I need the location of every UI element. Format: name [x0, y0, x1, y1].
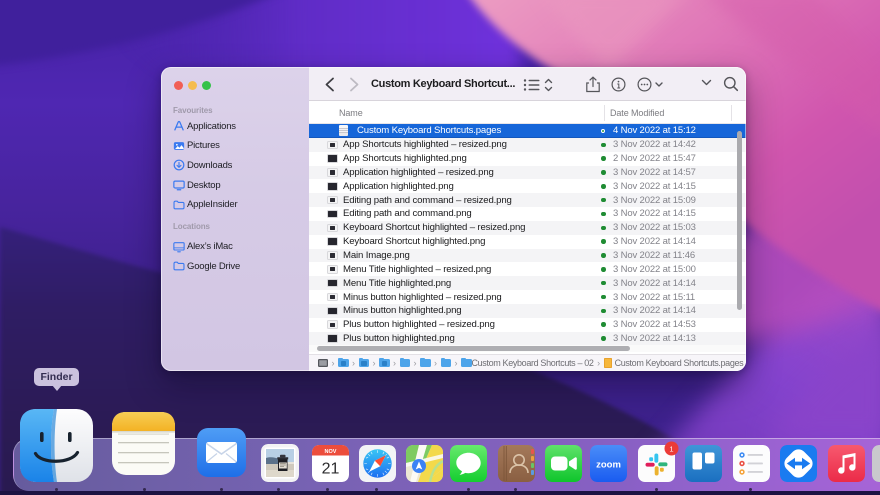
svg-text:zoom: zoom [596, 459, 621, 470]
svg-text:NOV: NOV [325, 448, 337, 454]
svg-text:21: 21 [322, 460, 340, 477]
svg-text:1: 1 [669, 444, 673, 453]
